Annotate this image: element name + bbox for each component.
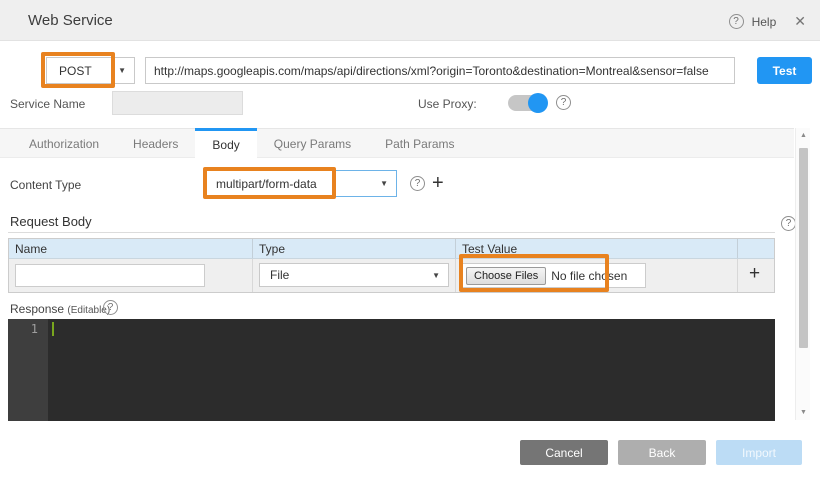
close-icon[interactable]: ✕	[794, 13, 806, 30]
scroll-down-icon[interactable]: ▼	[796, 409, 811, 416]
add-content-type-icon[interactable]: +	[432, 172, 444, 195]
request-body-table: Name Type Test Value File ▼ Choose Files…	[8, 238, 775, 293]
param-name-input[interactable]	[15, 264, 205, 287]
response-help-icon[interactable]: ?	[103, 300, 118, 315]
import-button[interactable]: Import	[716, 440, 802, 465]
scrollbar-thumb[interactable]	[799, 148, 808, 348]
help-link[interactable]: Help	[752, 15, 777, 29]
toggle-knob	[528, 93, 548, 113]
column-header-actions	[738, 239, 774, 258]
column-header-type: Type	[253, 239, 456, 258]
help-icon[interactable]: ?	[729, 14, 744, 29]
tab-headers[interactable]: Headers	[116, 129, 195, 159]
test-button[interactable]: Test	[757, 57, 812, 84]
http-method-select[interactable]: POST ▼	[46, 57, 135, 84]
back-button[interactable]: Back	[618, 440, 706, 465]
response-label: Response (Editable)	[10, 302, 110, 316]
line-number: 1	[8, 322, 48, 336]
file-status-text: No file chosen	[551, 269, 627, 283]
tab-bar: Authorization Headers Body Query Params …	[0, 128, 794, 158]
content-type-label: Content Type	[10, 178, 81, 192]
table-header-row: Name Type Test Value	[9, 239, 774, 259]
content-type-select[interactable]: multipart/form-data ▼	[205, 170, 397, 197]
scroll-up-icon[interactable]: ▲	[796, 132, 811, 139]
request-body-help-icon[interactable]: ?	[781, 216, 796, 231]
page-title: Web Service	[28, 12, 113, 29]
content-type-value: multipart/form-data	[216, 177, 317, 191]
tab-path-params[interactable]: Path Params	[368, 129, 471, 159]
proxy-help-icon[interactable]: ?	[556, 95, 571, 110]
service-name-label: Service Name	[10, 97, 85, 111]
use-proxy-toggle[interactable]	[508, 93, 548, 113]
tab-body[interactable]: Body	[195, 128, 256, 159]
param-type-select[interactable]: File ▼	[259, 263, 449, 287]
table-row: File ▼ Choose Files No file chosen +	[9, 259, 774, 292]
url-input[interactable]	[145, 57, 735, 84]
divider	[8, 232, 775, 233]
dialog-header: Web Service ? Help ✕	[0, 0, 820, 41]
chevron-down-icon: ▼	[380, 179, 388, 188]
cancel-button[interactable]: Cancel	[520, 440, 608, 465]
file-input[interactable]: Choose Files No file chosen	[461, 263, 646, 288]
tab-authorization[interactable]: Authorization	[12, 129, 116, 159]
response-editor[interactable]: 1	[8, 319, 775, 421]
text-cursor	[52, 322, 54, 336]
column-header-name: Name	[9, 239, 253, 258]
vertical-scrollbar[interactable]: ▲ ▼	[795, 128, 810, 420]
use-proxy-label: Use Proxy:	[418, 97, 477, 111]
column-header-test-value: Test Value	[456, 239, 738, 258]
web-service-dialog: Web Service ? Help ✕ POST ▼ Test Service…	[0, 0, 820, 481]
tab-query-params[interactable]: Query Params	[257, 129, 368, 159]
editor-code-area[interactable]	[48, 319, 775, 421]
service-name-input[interactable]	[112, 91, 243, 115]
http-method-value: POST	[59, 64, 92, 78]
param-type-value: File	[260, 268, 289, 282]
chevron-down-icon: ▼	[432, 271, 440, 280]
editor-gutter: 1	[8, 319, 48, 421]
chevron-down-icon: ▼	[118, 66, 126, 75]
content-type-help-icon[interactable]: ?	[410, 176, 425, 191]
choose-files-button[interactable]: Choose Files	[466, 267, 546, 285]
response-label-text: Response	[10, 302, 64, 316]
request-body-title: Request Body	[10, 214, 92, 229]
add-row-button[interactable]: +	[749, 263, 760, 285]
